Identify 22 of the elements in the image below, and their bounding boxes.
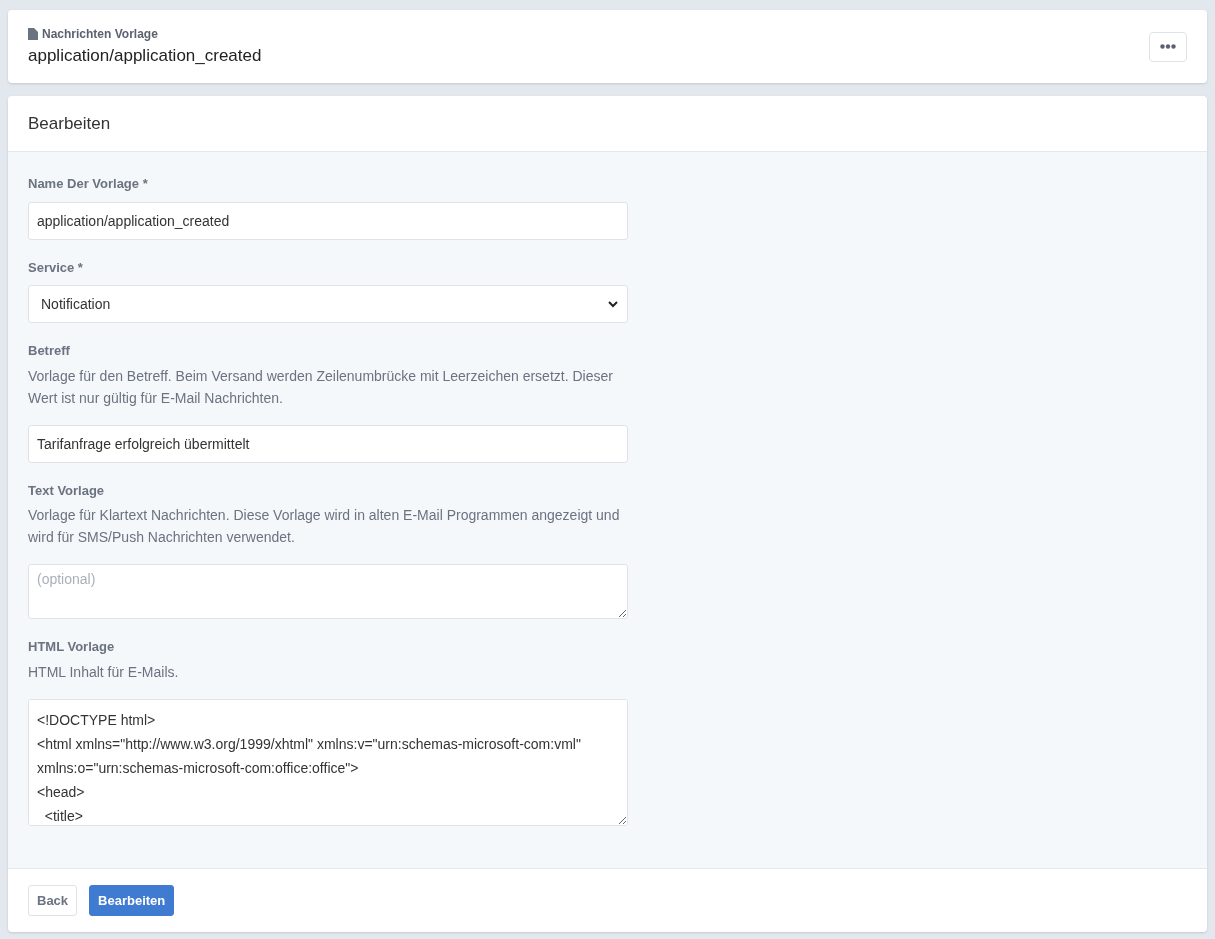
page-title: application/application_created	[28, 44, 262, 67]
field-label: Betreff	[28, 342, 71, 360]
text-area[interactable]: (optional)	[28, 564, 628, 619]
back-button[interactable]: Back	[28, 885, 78, 916]
card-title: Bearbeiten	[28, 112, 111, 135]
html-editor[interactable]: <!DOCTYPE html> <html xmlns="http://www.w3.org/1999/xhtml" xmlns:v="urn:schemas-microsoft-com:vml" xmlns:o="urn:schemas-microsoft-com:office:office"> <head> <title>	[28, 698, 628, 826]
file-icon	[28, 27, 38, 40]
more-icon	[1160, 44, 1176, 49]
service-select[interactable]: Notification	[28, 285, 628, 323]
more-button[interactable]	[1149, 31, 1187, 62]
text-field[interactable]: Tarifanfrage erfolgreich übermittelt	[28, 424, 628, 463]
field-label: Text Vorlage	[28, 481, 106, 500]
edit-button[interactable]: Bearbeiten	[89, 885, 175, 916]
help-text: Vorlage für den Betreff. Beim Versand werden Zeilenumbrücke mit Leerzeichen ersetzt. Dieser Wert ist nur gültig für E-Mail Nachrichten.	[28, 366, 614, 408]
chevron-down-icon	[607, 298, 619, 310]
text-field[interactable]: application/application_created	[28, 201, 628, 240]
field-label: Name Der Vorlage *	[28, 175, 149, 193]
field-label: Service *	[28, 258, 84, 277]
help-text: Vorlage für Klartext Nachrichten. Diese Vorlage wird in alten E-Mail Programmen angezeigt und wird für SMS/Push Nachrichten verwendet.	[28, 506, 621, 547]
help-text: HTML Inhalt für E-Mails.	[28, 662, 180, 682]
page-subtitle: Nachrichten Vorlage	[42, 25, 158, 43]
field-label: HTML Vorlage	[28, 638, 116, 656]
